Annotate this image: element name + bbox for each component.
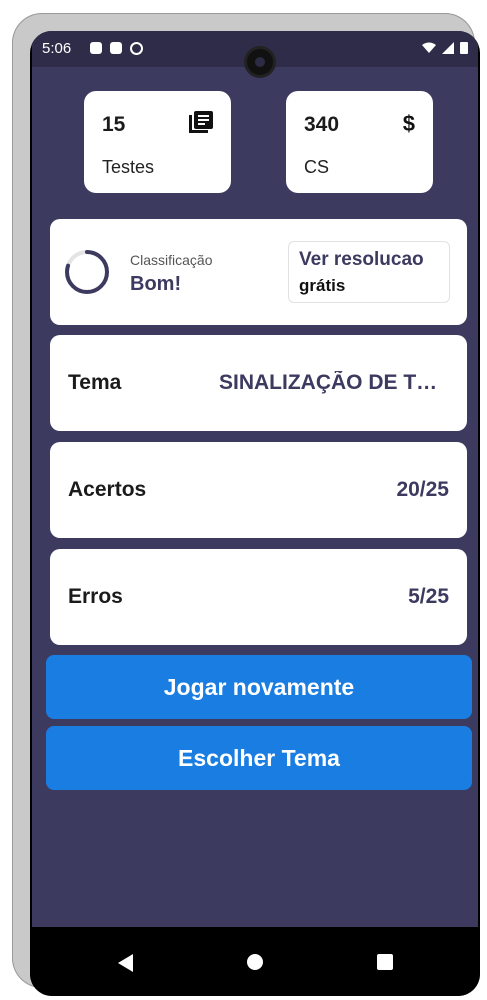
wifi-icon (422, 42, 436, 53)
wrong-answers-label: Erros (68, 585, 123, 608)
status-notification-icons (90, 42, 143, 55)
phone-frame: 5:06 15 Testes 340 $ CS Classificação Bo… (12, 13, 480, 996)
theme-row: Tema SINALIZAÇÃO DE TRÂNSITO (50, 335, 467, 431)
view-resolution-button[interactable]: Ver resolucao grátis (288, 241, 450, 303)
tests-card: 15 Testes (84, 91, 231, 193)
coins-label: CS (304, 157, 330, 177)
status-system-icons (422, 41, 468, 54)
dollar-icon: $ (402, 111, 415, 136)
status-time: 5:06 (42, 40, 72, 57)
play-again-button[interactable]: Jogar novamente (46, 655, 472, 719)
navigation-bar (30, 927, 480, 996)
wrong-answers-value: 5/25 (408, 585, 449, 608)
front-camera (247, 49, 273, 75)
notification-icon (110, 42, 122, 54)
classification-progress-ring (65, 250, 109, 294)
sync-icon (130, 42, 143, 55)
tests-count: 15 (102, 113, 126, 136)
battery-icon (460, 42, 468, 54)
view-resolution-label: Ver resolucao (299, 249, 424, 270)
theme-value: SINALIZAÇÃO DE TRÂNSITO (219, 371, 449, 394)
library-books-icon (189, 111, 213, 139)
recent-apps-icon[interactable] (377, 954, 393, 970)
home-icon[interactable] (247, 954, 263, 970)
wrong-answers-row: Erros 5/25 (50, 549, 467, 645)
tests-label: Testes (102, 157, 155, 177)
phone-bezel: 5:06 15 Testes 340 $ CS Classificação Bo… (30, 31, 480, 996)
choose-theme-button[interactable]: Escolher Tema (46, 726, 472, 790)
classification-title: Classificação (130, 252, 213, 268)
signal-icon (442, 41, 454, 54)
coins-card: 340 $ CS (286, 91, 433, 193)
correct-answers-value: 20/25 (396, 478, 449, 501)
gallery-icon (90, 42, 102, 54)
view-resolution-sublabel: grátis (299, 276, 346, 295)
app-screen: 5:06 15 Testes 340 $ CS Classificação Bo… (32, 31, 478, 927)
coins-count: 340 (304, 113, 340, 136)
correct-answers-row: Acertos 20/25 (50, 442, 467, 538)
classification-value: Bom! (130, 273, 182, 295)
correct-answers-label: Acertos (68, 478, 147, 501)
back-icon[interactable] (118, 954, 133, 972)
classification-card: Classificação Bom! Ver resolucao grátis (50, 219, 467, 325)
theme-label: Tema (68, 371, 122, 394)
